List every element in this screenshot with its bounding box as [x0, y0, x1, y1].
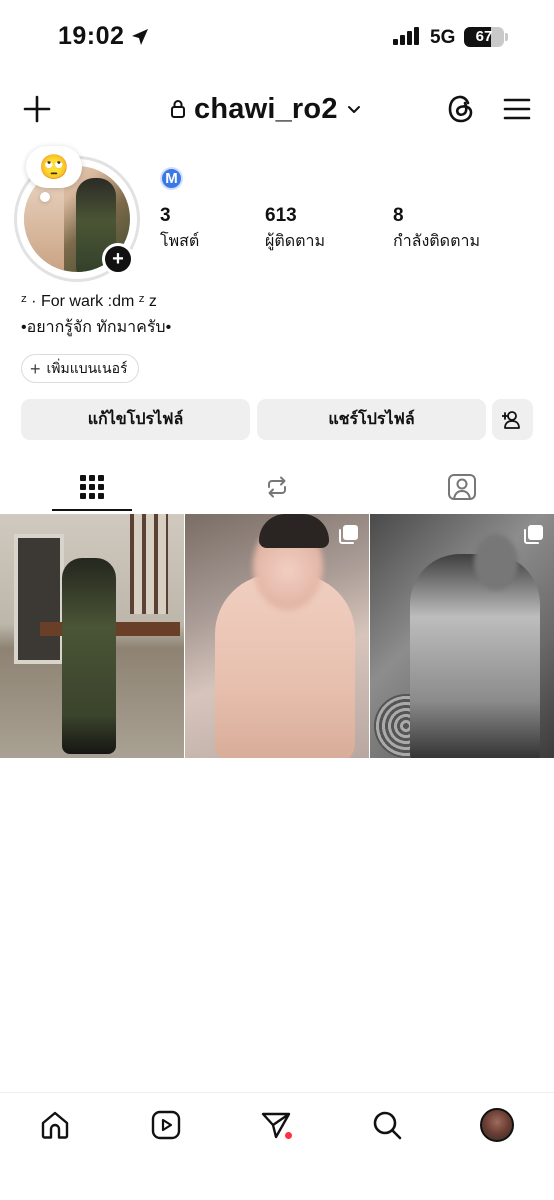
bio-line: •อยากรู้จัก ทักมาครับ• — [21, 319, 172, 336]
posts-grid — [0, 514, 554, 758]
status-time: 19:02 — [58, 22, 125, 50]
battery-tip — [505, 33, 508, 41]
nav-profile[interactable] — [480, 1108, 514, 1142]
network-type: 5G — [430, 27, 456, 48]
photo-door — [14, 534, 64, 664]
chevron-down-icon — [347, 106, 360, 113]
nav-reels[interactable] — [149, 1108, 183, 1142]
bottom-navigation — [0, 1092, 554, 1200]
stat-followers-count: 613 — [265, 205, 297, 226]
photo-figure — [62, 558, 116, 754]
add-icon: + — [112, 248, 124, 270]
threads-button[interactable] — [444, 92, 478, 126]
status-bar: 19:02 5G 67 — [0, 0, 554, 76]
post-thumbnail[interactable] — [370, 514, 554, 758]
tab-posts-grid[interactable] — [0, 462, 184, 512]
edit-profile-label: แก้ไขโปรไฟล์ — [87, 411, 184, 428]
threads-icon — [448, 95, 473, 123]
tagged-person-icon — [448, 474, 476, 500]
share-profile-label: แชร์โปรไฟล์ — [328, 411, 415, 428]
note-bubble[interactable]: 🙄 — [26, 146, 82, 188]
plus-icon — [23, 95, 51, 123]
location-arrow-icon — [130, 27, 150, 52]
reels-icon — [151, 1110, 181, 1140]
profile-bio: ᶻ · For wark :dm ᶻ z •อยากรู้จัก ทักมาคร… — [21, 289, 171, 341]
note-bubble-tail — [40, 192, 50, 202]
stat-posts[interactable]: 3 โพสต์ — [160, 205, 199, 254]
username: chawi_ro2 — [194, 92, 338, 125]
stat-posts-count: 3 — [160, 205, 171, 226]
nav-home[interactable] — [38, 1108, 72, 1142]
home-icon — [41, 1111, 69, 1139]
nav-messages[interactable] — [259, 1108, 293, 1142]
bio-line: ᶻ · For wark :dm ᶻ z — [21, 293, 157, 310]
add-banner-label: เพิ่มแบนเนอร์ — [46, 359, 128, 376]
profile-avatar-small — [480, 1108, 514, 1142]
grid-icon — [80, 475, 104, 499]
cellular-signal-icon — [393, 27, 421, 50]
nav-search[interactable] — [370, 1108, 404, 1142]
photo-hair — [259, 514, 329, 548]
menu-button[interactable] — [500, 92, 534, 126]
stat-following[interactable]: 8 กำลังติดตาม — [393, 205, 480, 254]
note-emoji: 🙄 — [39, 153, 69, 181]
create-button[interactable] — [20, 92, 54, 126]
share-profile-button[interactable]: แชร์โปรไฟล์ — [257, 399, 486, 440]
post-thumbnail[interactable] — [0, 514, 184, 758]
stat-posts-label: โพสต์ — [160, 233, 200, 250]
carousel-icon — [337, 524, 359, 551]
active-tab-indicator — [52, 509, 132, 511]
plus-icon: + — [30, 358, 41, 379]
battery-indicator: 67 — [464, 27, 504, 47]
profile-header: chawi_ro2 — [0, 84, 554, 134]
account-switcher[interactable]: chawi_ro2 — [170, 90, 362, 128]
hamburger-menu-icon — [503, 98, 531, 120]
search-icon — [373, 1111, 402, 1140]
discover-people-button[interactable] — [492, 399, 533, 440]
lock-icon — [171, 100, 185, 118]
meta-verified-badge[interactable]: M — [160, 167, 183, 190]
stat-following-count: 8 — [393, 205, 404, 226]
add-person-icon — [501, 410, 520, 429]
photo-window — [130, 514, 168, 614]
post-thumbnail[interactable] — [185, 514, 369, 758]
battery-percent: 67 — [475, 28, 493, 45]
tab-reposts[interactable] — [185, 462, 369, 512]
add-story-button[interactable]: + — [102, 243, 134, 275]
stat-followers[interactable]: 613 ผู้ติดตาม — [265, 205, 325, 254]
profile-tabs — [0, 462, 554, 512]
stat-followers-label: ผู้ติดตาม — [265, 233, 326, 250]
photo-blurred-face — [474, 534, 518, 590]
tab-tagged[interactable] — [370, 462, 554, 512]
photo-figure — [410, 554, 540, 758]
add-banner-button[interactable]: + เพิ่มแบนเนอร์ — [21, 354, 139, 383]
stat-following-label: กำลังติดตาม — [393, 233, 480, 250]
repost-icon — [268, 476, 286, 498]
badge-letter: M — [165, 170, 178, 187]
notification-dot — [285, 1132, 292, 1139]
edit-profile-button[interactable]: แก้ไขโปรไฟล์ — [21, 399, 250, 440]
carousel-icon — [522, 524, 544, 551]
